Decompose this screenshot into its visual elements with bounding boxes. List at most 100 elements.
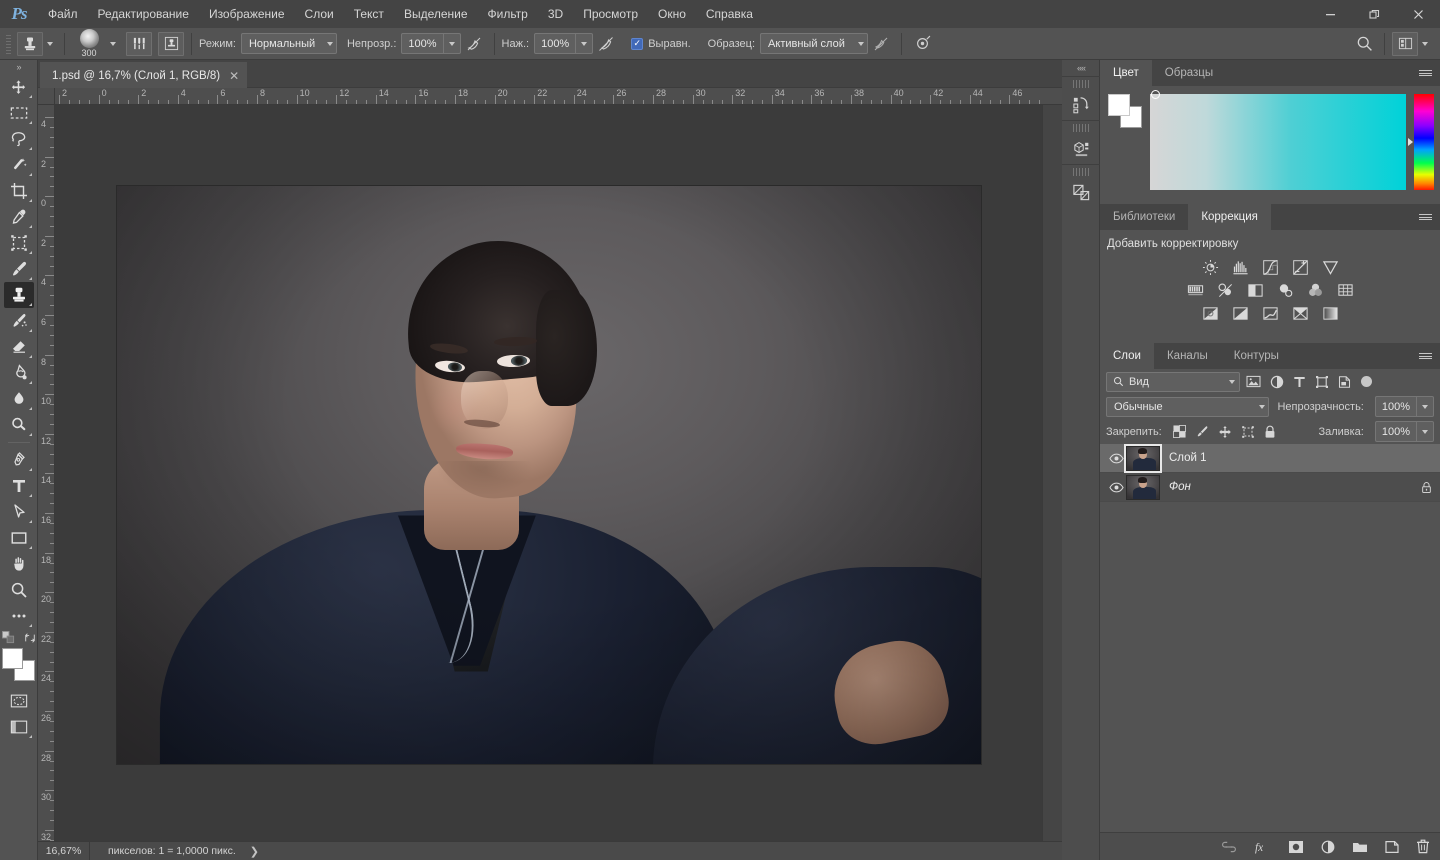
threshold-icon[interactable] — [1261, 305, 1280, 322]
swap-colors-icon[interactable] — [24, 632, 36, 644]
filter-enable-toggle[interactable] — [1361, 376, 1372, 387]
layer-row-1[interactable]: Слой 1 — [1100, 443, 1440, 473]
color-foreground-swatch[interactable] — [1108, 94, 1130, 116]
pen-tool[interactable] — [4, 447, 34, 473]
selective-color-icon[interactable] — [1321, 305, 1340, 322]
tab-swatches[interactable]: Образцы — [1152, 60, 1226, 86]
layer-thumbnail[interactable] — [1124, 443, 1162, 473]
lock-transparency-icon[interactable] — [1172, 425, 1186, 438]
pixel-filter-icon[interactable] — [1246, 375, 1261, 388]
new-layer-icon[interactable] — [1385, 840, 1399, 854]
status-menu-arrow[interactable]: ❯ — [250, 845, 259, 858]
dodge-tool[interactable] — [4, 412, 34, 438]
menu-item-файл[interactable]: Файл — [38, 0, 88, 28]
tablet-pressure-icon[interactable] — [909, 32, 935, 56]
zoom-tool[interactable] — [4, 577, 34, 603]
search-icon[interactable] — [1351, 32, 1377, 56]
blend-mode-select[interactable]: Нормальный — [240, 33, 337, 54]
tab-color[interactable]: Цвет — [1100, 60, 1152, 86]
tab-layers[interactable]: Слои — [1100, 343, 1154, 369]
delete-layer-icon[interactable] — [1416, 839, 1430, 854]
layer-style-icon[interactable]: fx — [1254, 840, 1271, 854]
flow-input[interactable]: 100% — [534, 33, 577, 54]
move-tool[interactable] — [4, 74, 34, 100]
exposure-icon[interactable] — [1291, 259, 1310, 276]
vertical-ruler[interactable]: 4 2 0 2 4 6 8 1​0 1​2 1​4 1​6 1​8 2​0 2​2 2​4 2​6 2​8 3​0… — [38, 105, 55, 841]
fill-dropdown[interactable] — [1417, 421, 1434, 442]
adjustment-filter-icon[interactable] — [1270, 375, 1284, 389]
color-swatches[interactable] — [1, 648, 36, 682]
layer-filter-select[interactable]: Вид — [1106, 371, 1240, 392]
layer-name[interactable]: Фон — [1169, 481, 1421, 493]
restore-button[interactable] — [1352, 0, 1396, 28]
menu-item-редактирование[interactable]: Редактирование — [88, 0, 199, 28]
quick-mask-icon[interactable] — [4, 688, 34, 714]
menu-item-просмотр[interactable]: Просмотр — [573, 0, 648, 28]
close-icon[interactable]: ✕ — [229, 70, 239, 82]
magic-wand-tool[interactable] — [4, 152, 34, 178]
screen-mode-icon[interactable] — [4, 714, 34, 740]
layer-blend-mode-select[interactable]: Обычные — [1106, 396, 1270, 417]
close-button[interactable] — [1396, 0, 1440, 28]
layer-visibility-icon[interactable] — [1106, 453, 1126, 464]
layer-lock-icon[interactable] — [1421, 481, 1432, 494]
layer-row-2[interactable]: Фон — [1100, 473, 1440, 502]
gradient-map-icon[interactable] — [1291, 305, 1310, 322]
type-tool[interactable] — [4, 473, 34, 499]
document-tab[interactable]: 1.psd @ 16,7% (Слой 1, RGB/8) ✕ — [40, 62, 248, 88]
canvas-area[interactable] — [55, 105, 1062, 841]
color-lookup-icon[interactable] — [1336, 282, 1355, 299]
lasso-tool[interactable] — [4, 126, 34, 152]
rectangular-marquee-tool[interactable] — [4, 100, 34, 126]
panel-menu-icon[interactable] — [1416, 204, 1434, 230]
brush-preset-picker[interactable]: 300 — [72, 28, 106, 59]
brush-settings-icon[interactable] — [126, 31, 152, 56]
brush-preset-dropdown[interactable] — [106, 32, 120, 56]
lock-image-icon[interactable] — [1195, 425, 1209, 439]
tab-adjustments[interactable]: Коррекция — [1188, 204, 1271, 230]
dock-collapse-icon[interactable]: «« — [1062, 60, 1100, 76]
menu-item-фильтр[interactable]: Фильтр — [478, 0, 538, 28]
menu-item-изображение[interactable]: Изображение — [199, 0, 295, 28]
tab-channels[interactable]: Каналы — [1154, 343, 1221, 369]
properties-panel-button[interactable] — [1062, 120, 1100, 164]
minimize-button[interactable] — [1308, 0, 1352, 28]
frame-tool[interactable] — [4, 230, 34, 256]
default-colors-icon[interactable] — [1, 631, 15, 644]
panel-drag-handle[interactable] — [1073, 80, 1089, 88]
ruler-corner[interactable] — [38, 88, 55, 105]
eraser-tool[interactable] — [4, 334, 34, 360]
tool-preset-dropdown[interactable] — [43, 32, 57, 56]
color-panel-swatches[interactable] — [1106, 94, 1144, 128]
lock-artboard-icon[interactable] — [1241, 425, 1255, 439]
blur-tool[interactable] — [4, 386, 34, 412]
layer-opacity-input[interactable]: 100% — [1374, 396, 1417, 417]
flow-dropdown[interactable] — [576, 33, 594, 54]
aligned-checkbox-group[interactable]: ✓ Выравн. — [631, 37, 695, 50]
curves-icon[interactable] — [1261, 259, 1280, 276]
foreground-color-swatch[interactable] — [1, 648, 23, 669]
invert-icon[interactable] — [1201, 305, 1220, 322]
panel-menu-icon[interactable] — [1416, 343, 1434, 369]
color-balance-icon[interactable] — [1216, 282, 1235, 299]
tab-libraries[interactable]: Библиотеки — [1100, 204, 1188, 230]
horizontal-ruler[interactable]: 2 0 2 4 6 8 10 12 14 16 18 20 22 24 26 28 30 32 34 36 38 40 42… — [38, 88, 1062, 105]
canvas-vertical-scrollbar[interactable] — [1042, 105, 1062, 841]
layer-mask-icon[interactable] — [1288, 840, 1304, 854]
menu-item-текст[interactable]: Текст — [344, 0, 394, 28]
panel-drag-handle[interactable] — [1073, 124, 1089, 132]
levels-icon[interactable] — [1231, 259, 1250, 276]
menu-item-справка[interactable]: Справка — [696, 0, 763, 28]
new-group-icon[interactable] — [1352, 840, 1368, 853]
airbrush-icon[interactable] — [593, 32, 619, 56]
rectangle-tool[interactable] — [4, 525, 34, 551]
posterize-icon[interactable] — [1231, 305, 1250, 322]
black-white-icon[interactable] — [1246, 282, 1265, 299]
smart-object-filter-icon[interactable] — [1338, 375, 1351, 389]
clone-stamp-tool[interactable] — [3, 282, 34, 308]
opacity-input[interactable]: 100% — [401, 33, 444, 54]
lock-all-icon[interactable] — [1264, 425, 1276, 439]
channel-mixer-icon[interactable] — [1306, 282, 1325, 299]
crop-tool[interactable] — [4, 178, 34, 204]
options-bar-grip[interactable] — [4, 32, 13, 55]
